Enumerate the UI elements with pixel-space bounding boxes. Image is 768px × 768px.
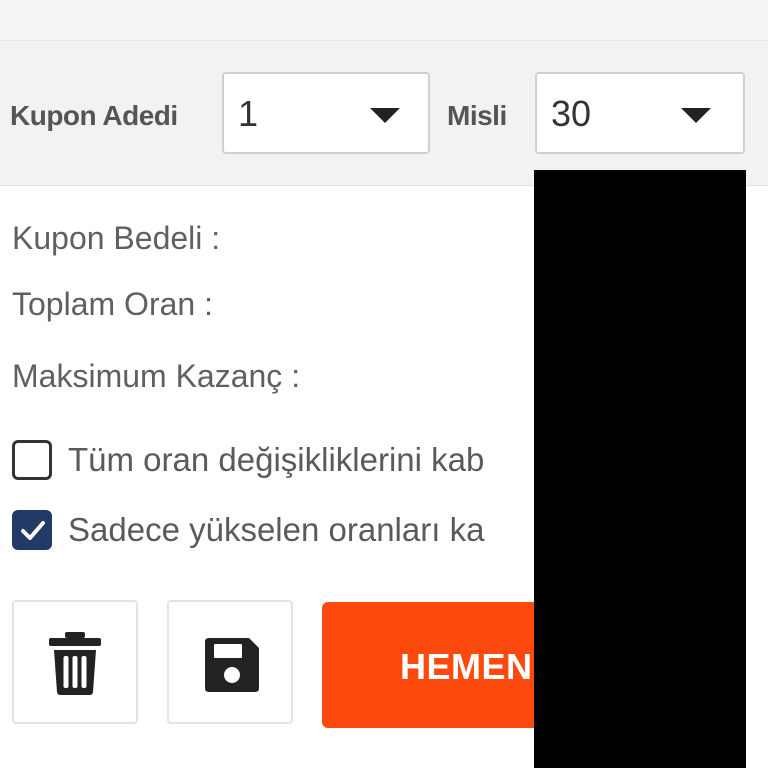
coupon-count-value: 1: [238, 93, 259, 134]
coupon-price-label: Kupon Bedeli :: [12, 220, 221, 256]
save-coupon-button[interactable]: [167, 600, 293, 724]
accept-rising-odds-label[interactable]: Sadece yükselen oranları ka: [68, 510, 484, 550]
total-odds-label: Toplam Oran :: [12, 286, 213, 322]
trash-icon: [49, 632, 101, 695]
multiplier-select[interactable]: 30: [535, 72, 745, 154]
multiplier-value: 30: [551, 93, 592, 134]
accept-rising-odds-checkbox[interactable]: [12, 510, 52, 550]
delete-coupon-button[interactable]: [12, 600, 138, 724]
redaction-overlay: [534, 170, 746, 768]
multiplier-label: Misli: [447, 100, 507, 131]
top-strip: [0, 0, 768, 41]
accept-all-odds-label[interactable]: Tüm oran değişikliklerini kab: [68, 440, 484, 480]
checkmark-icon: [21, 521, 45, 540]
play-now-label: HEMEN: [400, 646, 533, 687]
chevron-down-icon: [370, 108, 400, 123]
coupon-count-label: Kupon Adedi: [10, 100, 178, 131]
accept-all-odds-checkbox[interactable]: [12, 440, 52, 480]
coupon-count-select[interactable]: 1: [222, 72, 430, 154]
max-win-label: Maksimum Kazanç :: [12, 358, 301, 394]
floppy-disk-icon: [205, 638, 259, 692]
chevron-down-icon: [681, 108, 711, 123]
